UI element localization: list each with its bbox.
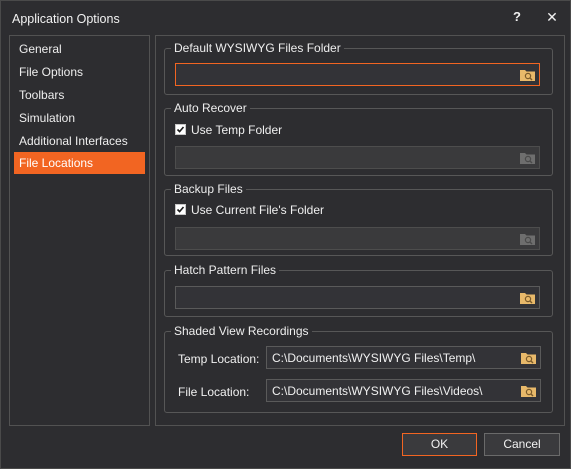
auto-recover-path-field: [175, 146, 540, 169]
use-current-file-folder-label: Use Current File's Folder: [191, 203, 324, 217]
default-folder-group: Default WYSIWYG Files Folder: [164, 41, 553, 95]
cancel-button[interactable]: Cancel: [484, 433, 560, 456]
backup-files-group-title: Backup Files: [171, 182, 246, 196]
sidebar-item-file-options[interactable]: File Options: [14, 61, 145, 83]
auto-recover-group: Auto Recover Use Temp Folder: [164, 101, 553, 176]
ok-button[interactable]: OK: [402, 433, 477, 456]
sidebar-item-file-locations[interactable]: File Locations: [14, 152, 145, 174]
folder-search-icon[interactable]: [520, 350, 537, 365]
folder-search-icon: [520, 153, 535, 164]
sidebar-item-toolbars[interactable]: Toolbars: [14, 84, 145, 106]
default-folder-field[interactable]: [175, 63, 540, 86]
hatch-pattern-path-field[interactable]: [175, 286, 540, 309]
backup-path-field: [175, 227, 540, 250]
backup-files-group: Backup Files Use Current File's Folder: [164, 182, 553, 256]
hatch-pattern-group: Hatch Pattern Files: [164, 263, 553, 317]
sidebar-item-simulation[interactable]: Simulation: [14, 107, 145, 129]
default-folder-group-title: Default WYSIWYG Files Folder: [171, 41, 344, 55]
folder-search-icon[interactable]: [519, 290, 536, 305]
file-location-value: C:\Documents\WYSIWYG Files\Videos\: [272, 384, 483, 398]
sidebar-item-general[interactable]: General: [14, 38, 145, 60]
file-locations-panel: Default WYSIWYG Files Folder Auto Recove…: [155, 35, 565, 426]
help-button[interactable]: ?: [505, 7, 529, 27]
use-temp-folder-label: Use Temp Folder: [191, 123, 283, 137]
temp-location-field[interactable]: C:\Documents\WYSIWYG Files\Temp\: [266, 346, 541, 369]
temp-location-value: C:\Documents\WYSIWYG Files\Temp\: [272, 351, 476, 365]
use-temp-folder-checkbox[interactable]: [175, 124, 186, 135]
shaded-view-recordings-group: Shaded View Recordings Temp Location: C:…: [164, 324, 553, 413]
checkmark-icon: [176, 126, 185, 133]
close-button[interactable]: ✕: [540, 7, 564, 27]
folder-search-icon: [520, 234, 535, 245]
shaded-view-group-title: Shaded View Recordings: [171, 324, 312, 338]
use-current-file-folder-checkbox[interactable]: [175, 204, 186, 215]
folder-search-icon[interactable]: [520, 383, 537, 398]
application-options-dialog: Application Options ? ✕ General File Opt…: [0, 0, 571, 469]
auto-recover-group-title: Auto Recover: [171, 101, 250, 115]
file-location-field[interactable]: C:\Documents\WYSIWYG Files\Videos\: [266, 379, 541, 402]
sidebar-item-additional-interfaces[interactable]: Additional Interfaces: [14, 130, 145, 152]
options-category-list: General File Options Toolbars Simulation…: [9, 35, 150, 426]
title-bar[interactable]: Application Options ? ✕: [1, 1, 570, 35]
hatch-pattern-group-title: Hatch Pattern Files: [171, 263, 280, 277]
file-location-label: File Location:: [178, 385, 250, 399]
temp-location-label: Temp Location:: [178, 352, 260, 366]
folder-search-icon[interactable]: [519, 67, 536, 82]
window-title: Application Options: [12, 12, 120, 26]
checkmark-icon: [176, 206, 185, 213]
